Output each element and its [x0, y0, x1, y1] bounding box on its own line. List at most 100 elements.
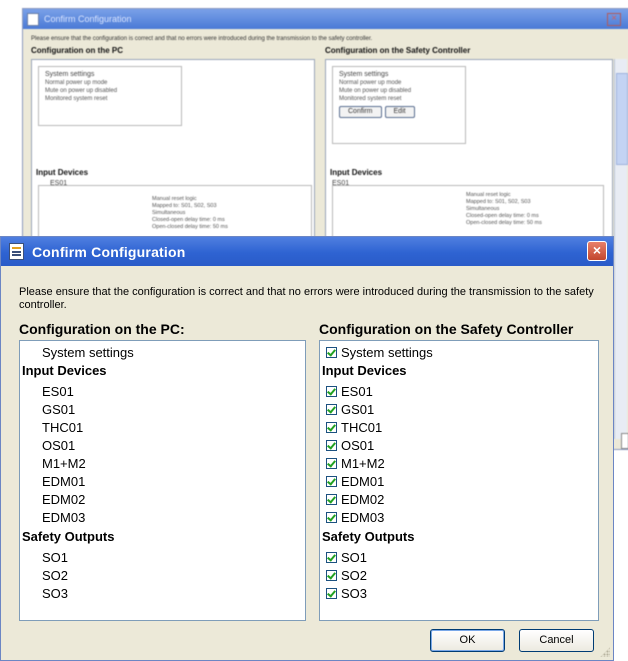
background-scrollbar-thumb[interactable] — [616, 73, 628, 165]
checkbox-label: System settings — [341, 345, 433, 360]
background-detail-line: Open-closed delay time: 50 ms — [466, 220, 542, 226]
checkbox-row[interactable]: M1+M2 — [326, 456, 385, 472]
dialog-title: Confirm Configuration — [32, 243, 186, 260]
checkbox-checked-icon[interactable] — [326, 404, 337, 415]
list-item: EDM03 — [42, 510, 86, 525]
list-item: SO2 — [42, 568, 69, 583]
background-system-settings-title: System settings — [339, 71, 389, 78]
background-detail-line: Closed-open delay time: 0 ms — [466, 213, 539, 219]
checkbox-checked-icon[interactable] — [326, 552, 337, 563]
checkbox-label: OS01 — [341, 438, 375, 453]
background-detail-line: Simultaneous — [152, 210, 186, 216]
checkbox-checked-icon[interactable] — [326, 588, 337, 599]
checkbox-label: SO2 — [341, 568, 368, 583]
checkbox-row[interactable]: SO2 — [326, 568, 367, 584]
resize-grip-icon[interactable] — [600, 647, 610, 657]
checkbox-label: SO3 — [341, 586, 368, 601]
close-icon: × — [592, 242, 602, 258]
checkbox-row[interactable]: OS01 — [326, 438, 374, 454]
background-settings-line: Normal power up mode — [339, 80, 402, 86]
list-item: EDM02 — [42, 492, 86, 507]
config-document-icon — [9, 243, 24, 260]
checkbox-label: THC01 — [341, 420, 383, 435]
checkbox-checked-icon[interactable] — [326, 422, 337, 433]
background-scrollbar[interactable] — [614, 59, 628, 439]
input-devices-heading: Input Devices — [322, 363, 407, 378]
checkbox-label: M1+M2 — [341, 456, 385, 471]
checkbox-row[interactable]: THC01 — [326, 420, 382, 436]
list-item: OS01 — [42, 438, 76, 453]
pc-config-list[interactable]: System settings Input Devices ES01 GS01 … — [19, 340, 306, 621]
background-detail-line: Mapped to: S01, S02, S03 — [152, 203, 217, 209]
ok-button[interactable]: OK — [430, 629, 505, 652]
checkbox-checked-icon[interactable] — [326, 570, 337, 581]
safety-outputs-heading: Safety Outputs — [322, 529, 415, 544]
list-item: EDM01 — [42, 474, 86, 489]
background-settings-line: Monitored system reset — [339, 96, 402, 102]
background-detail-line: Manual reset logic — [152, 196, 197, 202]
config-document-icon — [27, 12, 39, 26]
checkbox-checked-icon[interactable] — [326, 347, 337, 358]
checkbox-row[interactable]: EDM01 — [326, 474, 384, 490]
input-devices-heading: Input Devices — [22, 363, 107, 378]
list-item: THC01 — [42, 420, 84, 435]
checkbox-checked-icon[interactable] — [326, 494, 337, 505]
background-settings-line: Normal power up mode — [45, 80, 108, 86]
background-input-devices-label: Input Devices — [330, 168, 383, 177]
checkbox-checked-icon[interactable] — [326, 512, 337, 523]
checkbox-row[interactable]: EDM02 — [326, 492, 384, 508]
checkbox-checked-icon[interactable] — [326, 386, 337, 397]
list-item: SO3 — [42, 586, 69, 601]
background-titlebar: Confirm Configuration — [23, 9, 628, 29]
sc-config-heading: Configuration on the Safety Controller — [319, 321, 574, 337]
confirm-configuration-dialog: Confirm Configuration × Please ensure th… — [0, 236, 614, 661]
safety-outputs-heading: Safety Outputs — [22, 529, 115, 544]
background-es01-details: Manual reset logic Mapped to: S01, S02, … — [466, 192, 542, 227]
background-settings-line: Mute on power up disabled — [45, 88, 118, 94]
checkbox-row[interactable]: EDM03 — [326, 510, 384, 526]
background-confirm-button[interactable]: Confirm — [339, 106, 382, 118]
background-edit-button[interactable]: Edit — [384, 106, 415, 118]
background-edge-tab — [621, 433, 628, 449]
background-detail-line: Closed-open delay time: 0 ms — [152, 217, 225, 223]
background-es01-details: Manual reset logic Mapped to: S01, S02, … — [152, 196, 228, 231]
list-item: GS01 — [42, 402, 76, 417]
checkbox-row[interactable]: GS01 — [326, 402, 374, 418]
list-item-system-settings: System settings — [42, 345, 134, 360]
background-detail-line: Simultaneous — [466, 206, 500, 212]
background-close-icon[interactable]: × — [607, 13, 621, 26]
background-system-settings-title: System settings — [45, 71, 95, 78]
sc-config-list[interactable]: System settings Input Devices ES01 GS01 … — [319, 340, 599, 621]
list-item: ES01 — [42, 384, 74, 399]
background-settings-line: Monitored system reset — [45, 96, 108, 102]
background-detail-line: Mapped to: S01, S02, S03 — [466, 199, 531, 205]
checkbox-checked-icon[interactable] — [326, 440, 337, 451]
list-item: SO1 — [42, 550, 69, 565]
checkbox-row[interactable]: SO3 — [326, 586, 367, 602]
close-button[interactable]: × — [587, 241, 607, 261]
background-pc-heading: Configuration on the PC — [31, 46, 123, 55]
instructions-text: Please ensure that the configuration is … — [19, 286, 594, 311]
checkbox-label: ES01 — [341, 384, 373, 399]
checkbox-label: SO1 — [341, 550, 368, 565]
checkbox-row-system-settings[interactable]: System settings — [326, 345, 433, 361]
checkbox-label: GS01 — [341, 402, 375, 417]
checkbox-label: EDM02 — [341, 492, 385, 507]
checkbox-checked-icon[interactable] — [326, 458, 337, 469]
background-sc-heading: Configuration on the Safety Controller — [325, 46, 471, 55]
background-settings-line: Mute on power up disabled — [339, 88, 412, 94]
background-detail-line: Manual reset logic — [466, 192, 511, 198]
checkbox-checked-icon[interactable] — [326, 476, 337, 487]
dialog-titlebar[interactable]: Confirm Configuration × — [1, 237, 613, 266]
checkbox-label: EDM03 — [341, 510, 385, 525]
list-item: M1+M2 — [42, 456, 86, 471]
pc-config-heading: Configuration on the PC: — [19, 321, 185, 337]
background-input-devices-label: Input Devices — [36, 168, 89, 177]
checkbox-row[interactable]: SO1 — [326, 550, 367, 566]
background-instructions: Please ensure that the configuration is … — [31, 36, 373, 42]
background-title: Confirm Configuration — [44, 14, 132, 24]
background-sc-system-settings: System settings Normal power up mode Mut… — [332, 66, 466, 144]
checkbox-row[interactable]: ES01 — [326, 384, 373, 400]
background-pc-system-settings: System settings Normal power up mode Mut… — [38, 66, 182, 126]
cancel-button[interactable]: Cancel — [519, 629, 594, 652]
